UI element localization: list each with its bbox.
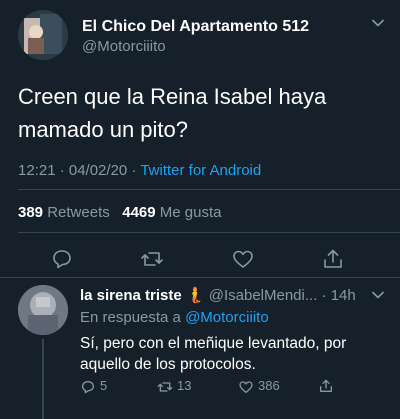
- divider: [18, 232, 400, 233]
- like-count: 386: [258, 378, 280, 393]
- reply-timestamp: · 14h: [321, 287, 356, 304]
- chevron-down-icon[interactable]: [371, 288, 385, 302]
- retweet-icon[interactable]: [157, 379, 173, 395]
- tweet-text: Creen que la Reina Isabel haya mamado un…: [18, 84, 327, 142]
- tweet-source-link[interactable]: Twitter for Android: [140, 162, 261, 179]
- like-icon[interactable]: [231, 247, 255, 271]
- in-reply-to-handle[interactable]: @Motorciiito: [185, 309, 269, 326]
- likes-label[interactable]: Me gusta: [160, 204, 222, 221]
- thread-line: [42, 339, 44, 419]
- tweet-stats: 389 Retweets 4469 Me gusta: [18, 204, 222, 221]
- like-icon[interactable]: [238, 379, 254, 395]
- reply-author-avatar[interactable]: [18, 285, 68, 335]
- author-handle[interactable]: @Motorciiito: [82, 38, 166, 55]
- likes-count[interactable]: 4469: [122, 204, 155, 221]
- reply-icon[interactable]: [50, 247, 74, 271]
- in-reply-to: En respuesta a @Motorciiito: [80, 309, 269, 326]
- share-icon[interactable]: [321, 247, 345, 271]
- divider: [0, 277, 400, 278]
- retweet-icon[interactable]: [140, 247, 164, 271]
- tweet-meta: 12:21 · 04/02/20 · Twitter for Android: [18, 162, 261, 179]
- reply-header: la sirena triste 🧜 @IsabelMendi... · 14h: [80, 286, 356, 304]
- retweets-count[interactable]: 389: [18, 204, 43, 221]
- retweets-label[interactable]: Retweets: [47, 204, 110, 221]
- share-icon[interactable]: [318, 378, 334, 394]
- divider: [18, 189, 400, 190]
- author-name[interactable]: El Chico Del Apartamento 512: [82, 18, 309, 36]
- mermaid-emoji-icon: 🧜: [185, 287, 205, 304]
- in-reply-to-label: En respuesta a: [80, 309, 181, 326]
- retweet-count: 13: [177, 378, 192, 393]
- chevron-down-icon[interactable]: [371, 16, 385, 30]
- reply-text: Sí, pero con el meñique levantado, por a…: [80, 335, 347, 373]
- reply-count: 5: [100, 378, 108, 393]
- reply-icon[interactable]: [80, 379, 96, 395]
- reply-author-handle[interactable]: @IsabelMendi...: [209, 287, 318, 304]
- author-avatar[interactable]: [18, 10, 68, 60]
- reply-author-name[interactable]: la sirena triste: [80, 287, 182, 304]
- tweet-timestamp: 12:21 · 04/02/20 ·: [18, 162, 137, 179]
